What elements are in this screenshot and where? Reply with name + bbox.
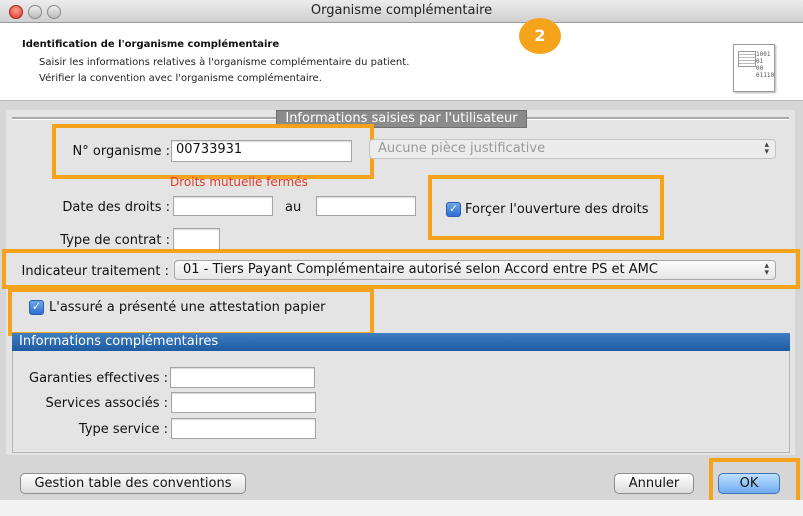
date-droits-from-input[interactable]: [173, 196, 273, 216]
background-window-strip: [0, 500, 803, 516]
annuler-button[interactable]: Annuler: [614, 473, 694, 494]
step-badge: 2: [519, 18, 561, 54]
header-instruction-1: Saisir les informations relatives à l'or…: [39, 57, 410, 68]
date-droits-to-input[interactable]: [316, 196, 416, 216]
section-separator-right: [527, 117, 789, 120]
doc-icon-text: 1001 01 00 01110: [756, 51, 775, 79]
highlight-attestation: [8, 288, 374, 336]
section-separator-left: [12, 117, 276, 120]
type-service-label: Type service :: [78, 422, 168, 437]
header-instruction-2: Vérifier la convention avec l'organisme …: [39, 73, 322, 84]
gestion-conventions-button[interactable]: Gestion table des conventions: [20, 473, 246, 494]
header-title: Identification de l'organisme complément…: [22, 39, 280, 50]
select-arrows-icon: ▴ ▾: [764, 140, 769, 157]
piece-justificative-select[interactable]: Aucune pièce justificative ▴ ▾: [369, 139, 776, 159]
piece-justificative-value: Aucune pièce justificative: [378, 141, 546, 156]
services-label: Services associés :: [45, 396, 168, 411]
au-label: au: [285, 200, 302, 215]
droits-warning: Droits mutuelle fermés: [170, 175, 308, 189]
garanties-input[interactable]: [170, 367, 315, 388]
type-contrat-input[interactable]: [173, 228, 220, 250]
info-comp-header: Informations complémentaires: [12, 333, 790, 351]
highlight-forcer-droits: [428, 175, 664, 240]
binary-document-icon: 1001 01 00 01110: [733, 44, 775, 92]
services-input[interactable]: [171, 392, 316, 413]
highlight-indicateur: [2, 249, 800, 289]
window-title: Organisme complémentaire: [310, 3, 493, 18]
type-contrat-label: Type de contrat :: [60, 233, 170, 248]
garanties-label: Garanties effectives :: [29, 371, 168, 386]
date-droits-label: Date des droits :: [62, 200, 170, 215]
highlight-organisme: [52, 124, 374, 179]
type-service-input[interactable]: [171, 418, 316, 439]
